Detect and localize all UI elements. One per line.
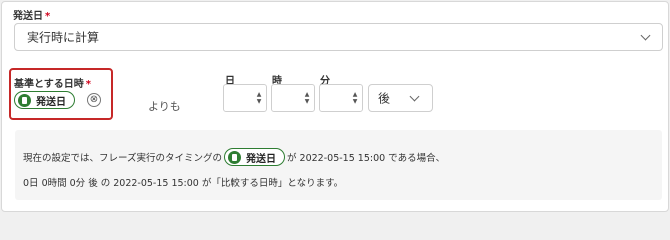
stepper-arrows-icon[interactable]: ▲ ▼ bbox=[352, 91, 358, 105]
info-box: 現在の設定では、フレーズ実行のタイミングの 発送日 が 2022-05-15 1… bbox=[15, 130, 662, 200]
document-icon bbox=[18, 93, 31, 107]
chevron-down-icon bbox=[409, 91, 420, 102]
minute-stepper[interactable]: ▲ ▼ bbox=[319, 84, 363, 112]
hour-stepper[interactable]: ▲ ▼ bbox=[271, 84, 315, 112]
base-datetime-chip[interactable]: 発送日 bbox=[14, 91, 75, 109]
ship-date-select[interactable]: 実行時に計算 bbox=[14, 23, 663, 51]
direction-select-value: 後 bbox=[378, 91, 391, 106]
direction-select[interactable]: 後 bbox=[368, 84, 433, 112]
required-mark: * bbox=[45, 11, 51, 22]
chip-label: 発送日 bbox=[36, 96, 66, 108]
info-line-2: 0日 0時間 0分 後 の 2022-05-15 15:00 が「比較する日時」… bbox=[23, 178, 344, 189]
condition-panel: 発送日 * 実行時に計算 基準とする日時 * 発送日 ⊗ よりも 日 時 分 ▲ ▼ … bbox=[1, 1, 669, 212]
info-chip: 発送日 bbox=[224, 148, 286, 166]
ship-date-select-value: 実行時に計算 bbox=[27, 30, 100, 45]
yorimo-text: よりも bbox=[148, 100, 181, 113]
stepper-arrows-icon[interactable]: ▲ ▼ bbox=[304, 91, 310, 105]
remove-circle-icon[interactable]: ⊗ bbox=[87, 93, 101, 107]
chevron-down-icon bbox=[640, 30, 651, 41]
ship-date-label: 発送日 * bbox=[13, 11, 51, 22]
info-line-1: 現在の設定では、フレーズ実行のタイミングの 発送日 が 2022-05-15 1… bbox=[23, 148, 445, 166]
required-mark: * bbox=[85, 79, 91, 90]
day-stepper[interactable]: ▲ ▼ bbox=[223, 84, 267, 112]
stepper-arrows-icon[interactable]: ▲ ▼ bbox=[256, 91, 262, 105]
document-icon bbox=[228, 150, 242, 164]
base-datetime-label: 基準とする日時 * bbox=[14, 79, 91, 90]
